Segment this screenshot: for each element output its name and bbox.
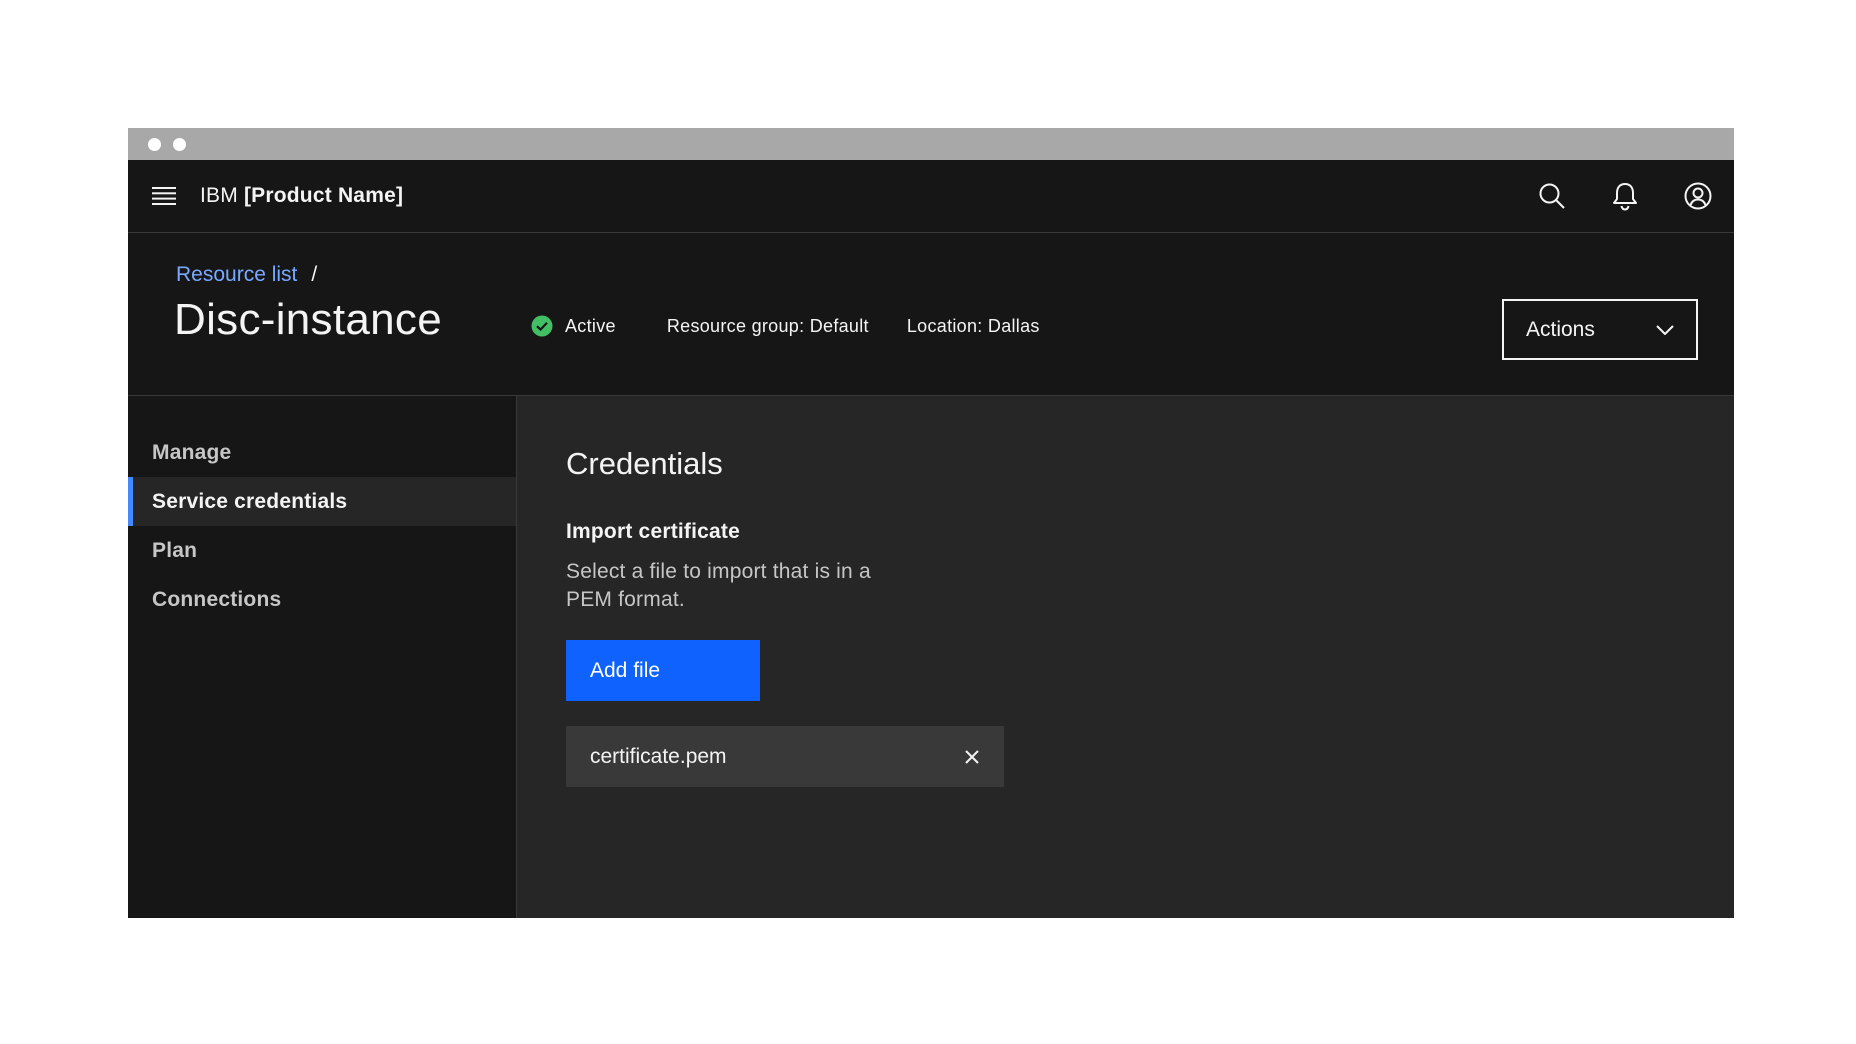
user-profile-button[interactable] [1661,160,1734,232]
file-name: certificate.pem [590,744,727,768]
breadcrumb: Resource list / [176,263,317,287]
resource-metadata: Active Resource group: Default Location:… [531,315,1040,337]
add-file-button[interactable]: Add file [566,640,760,701]
helper-text: Select a file to import that is in a PEM… [566,560,871,611]
window-control-dot[interactable] [173,137,186,151]
main-panel: Credentials Import certificate Select a … [517,396,1734,918]
sidebar-item-manage[interactable]: Manage [128,428,516,477]
window-chrome [128,128,1734,160]
sidebar-item-service-credentials[interactable]: Service credentials [128,477,516,526]
uploaded-file-item: certificate.pem [566,726,1004,787]
product-name[interactable]: IBM [Product Name] [200,184,403,208]
menu-button[interactable] [128,160,200,232]
header-actions [1515,160,1734,232]
user-avatar-icon [1684,182,1711,210]
import-certificate-label: Import certificate [566,520,740,543]
brand-prefix: IBM [200,184,238,207]
window-control-dot[interactable] [148,137,161,151]
close-icon[interactable] [964,749,980,765]
status-label: Active [565,315,616,336]
breadcrumb-separator: / [311,263,318,286]
app-window: IBM [Product Name] Resource list / Disc-… [128,128,1734,918]
search-button[interactable] [1515,160,1588,232]
actions-dropdown[interactable]: Actions [1502,299,1698,360]
sidebar-item-connections[interactable]: Connections [128,575,516,624]
status-badge: Active [531,315,616,337]
notification-icon [1612,183,1637,211]
sidebar-item-plan[interactable]: Plan [128,526,516,575]
top-navigation-bar: IBM [Product Name] [128,160,1734,233]
location: Location: Dallas [906,315,1040,336]
chevron-down-icon [1656,324,1674,335]
brand-product: [Product Name] [243,184,404,207]
breadcrumb-link-resource-list[interactable]: Resource list [176,263,297,287]
search-icon [1539,183,1565,209]
page-title: Disc-instance [174,295,442,344]
notifications-button[interactable] [1588,160,1661,232]
resource-group: Resource group: Default [666,315,869,336]
side-navigation: Manage Service credentials Plan Connecti… [128,396,517,918]
menu-icon [152,187,176,205]
page-header: Resource list / Disc-instance Active Res… [128,233,1734,396]
actions-label: Actions [1526,317,1595,341]
section-title: Credentials [566,446,723,481]
content-area: Manage Service credentials Plan Connecti… [128,396,1734,918]
checkmark-filled-icon [531,315,553,337]
